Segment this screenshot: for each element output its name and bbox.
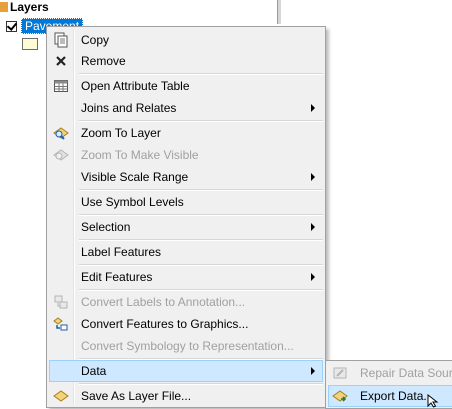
menu-item-label: Convert Labels to Annotation... [81, 295, 246, 309]
submenu-arrow-icon [311, 104, 315, 112]
menu-item-label: Export Data... [360, 389, 434, 403]
toc-header: Layers [0, 0, 49, 14]
save-layer-icon [53, 390, 69, 402]
copy-icon [54, 32, 68, 48]
menu-item-label: Save As Layer File... [81, 389, 192, 403]
menu-item-label: Zoom To Make Visible [81, 148, 199, 162]
menu-item-label: Joins and Relates [81, 101, 177, 115]
menu-item-label: Edit Features [81, 270, 153, 284]
zoom-to-visible-icon [53, 149, 69, 161]
export-data-icon [332, 390, 348, 402]
menu-item-convert-features-to-graphics[interactable]: Convert Features to Graphics... [49, 313, 323, 335]
remove-x-icon [56, 56, 66, 66]
menu-item-selection[interactable]: Selection [49, 216, 323, 238]
layer-visibility-checkbox[interactable] [6, 20, 17, 32]
menu-item-edit-features[interactable]: Edit Features [49, 266, 323, 288]
submenu-arrow-icon [311, 223, 315, 231]
submenu-arrow-icon [311, 367, 315, 375]
menu-item-label: Open Attribute Table [81, 79, 190, 93]
layer-context-menu: Copy Remove Open Attribute Table Joins a… [46, 26, 326, 408]
menu-item-save-as-layer-file[interactable]: Save As Layer File... [49, 385, 323, 407]
menu-item-remove[interactable]: Remove [49, 50, 323, 72]
layers-icon [0, 2, 8, 12]
zoom-to-layer-icon [53, 127, 69, 140]
submenu-arrow-icon [311, 173, 315, 181]
menu-item-label: Repair Data Sourc [360, 366, 452, 380]
menu-item-label: Use Symbol Levels [81, 195, 184, 209]
menu-item-open-attribute-table[interactable]: Open Attribute Table [49, 75, 323, 97]
menu-item-convert-labels-to-annotation[interactable]: Convert Labels to Annotation... [49, 291, 323, 313]
menu-item-label: Convert Features to Graphics... [81, 317, 249, 331]
repair-data-icon [333, 367, 347, 379]
table-icon [54, 80, 68, 92]
menu-item-label: Visible Scale Range [81, 170, 189, 184]
mouse-cursor-icon [427, 394, 439, 408]
menu-item-use-symbol-levels[interactable]: Use Symbol Levels [49, 191, 323, 213]
menu-item-label: Data [81, 364, 107, 378]
menu-item-label: Remove [81, 54, 126, 68]
menu-item-joins-and-relates[interactable]: Joins and Relates [49, 97, 323, 119]
menu-item-label: Label Features [81, 245, 162, 259]
menu-item-label: Copy [81, 33, 110, 47]
menu-item-convert-symbology[interactable]: Convert Symbology to Representation... [49, 335, 323, 357]
submenu-arrow-icon [311, 273, 315, 281]
menu-item-zoom-to-layer[interactable]: Zoom To Layer [49, 122, 323, 144]
submenu-item-repair-data-source[interactable]: Repair Data Sourc [328, 362, 452, 384]
menu-item-copy[interactable]: Copy [49, 29, 323, 51]
menu-item-label: Zoom To Layer [81, 126, 161, 140]
convert-labels-icon [54, 295, 68, 309]
toc-splitter[interactable] [277, 0, 281, 24]
layer-symbol-swatch [22, 38, 38, 50]
convert-graphics-icon [53, 317, 68, 331]
toc-title: Layers [10, 0, 49, 14]
menu-item-zoom-to-make-visible[interactable]: Zoom To Make Visible [49, 144, 323, 166]
menu-item-label: Convert Symbology to Representation... [81, 339, 294, 353]
menu-item-label: Selection [81, 220, 131, 234]
menu-item-data[interactable]: Data [49, 360, 323, 382]
menu-item-visible-scale-range[interactable]: Visible Scale Range [49, 166, 323, 188]
menu-item-label-features[interactable]: Label Features [49, 241, 323, 263]
